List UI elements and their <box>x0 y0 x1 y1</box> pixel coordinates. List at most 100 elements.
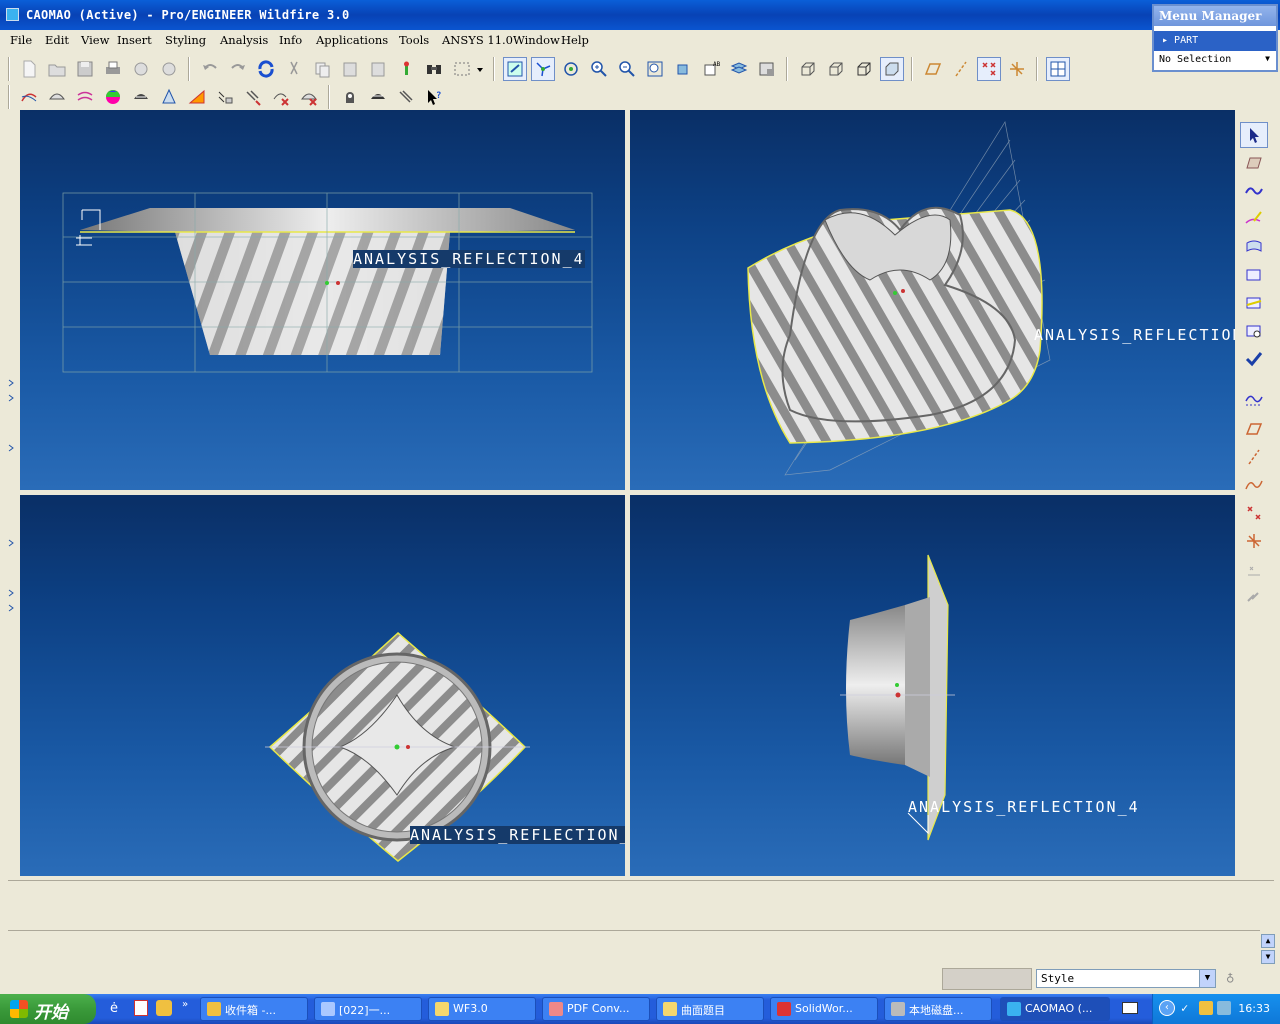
menu-view[interactable]: View <box>81 33 109 47</box>
task-pdf[interactable]: PDF Conv... <box>542 997 650 1021</box>
datum-points-icon[interactable] <box>977 57 1001 81</box>
refit-icon[interactable] <box>643 57 667 81</box>
scroll-up-button[interactable]: ▲ <box>1261 934 1275 948</box>
edit-curve-icon[interactable] <box>1240 206 1268 232</box>
task-wf3[interactable]: WF3.0 <box>428 997 536 1021</box>
filter-select[interactable]: Style ▼ <box>1036 969 1216 988</box>
menu-tools[interactable]: Tools <box>399 33 429 47</box>
datum-axes-icon[interactable] <box>949 57 973 81</box>
menu-window[interactable]: Window <box>513 33 560 47</box>
menu-insert[interactable]: Insert <box>117 33 152 47</box>
menu-styling[interactable]: Styling <box>165 33 206 47</box>
tray-expand-icon[interactable]: ‹ <box>1159 1000 1175 1016</box>
task-local-disk[interactable]: 本地磁盘... <box>884 997 992 1021</box>
chevron-right-icon[interactable]: » <box>182 999 188 1010</box>
menu-analysis[interactable]: Analysis <box>220 33 268 47</box>
shading-icon[interactable] <box>880 57 904 81</box>
chain-icon[interactable] <box>1240 584 1268 610</box>
clock-tray-icon[interactable] <box>1199 1001 1213 1015</box>
viewport-front[interactable]: ANALYSIS_REFLECTION_4 <box>20 110 625 490</box>
scroll-down-button[interactable]: ▼ <box>1261 950 1275 964</box>
datum-planes-icon[interactable] <box>921 57 945 81</box>
section-analysis-icon[interactable] <box>213 85 237 109</box>
draft-analysis-icon[interactable] <box>157 85 181 109</box>
color-curvature-icon[interactable] <box>101 85 125 109</box>
layers-icon[interactable] <box>727 57 751 81</box>
surface-render-icon[interactable] <box>366 85 390 109</box>
new-file-icon[interactable] <box>17 57 41 81</box>
surface-curvature-icon[interactable] <box>45 85 69 109</box>
model-player-icon[interactable] <box>394 57 418 81</box>
style-curve-icon[interactable] <box>1240 386 1268 412</box>
box-select-icon[interactable] <box>450 57 474 81</box>
task-surface[interactable]: 曲面题目 <box>656 997 764 1021</box>
curve-analysis-icon[interactable] <box>17 85 41 109</box>
network-icon[interactable]: ✓ <box>1181 1001 1195 1015</box>
task-inbox[interactable]: 收件箱 -... <box>200 997 308 1021</box>
start-button[interactable]: 开始 <box>0 994 96 1024</box>
edge-analysis-icon[interactable] <box>241 85 265 109</box>
connect-surface-icon[interactable] <box>1240 318 1268 344</box>
select-dropdown-icon[interactable] <box>474 57 486 81</box>
print-icon[interactable] <box>101 57 125 81</box>
view-manager-icon[interactable] <box>755 57 779 81</box>
reorient-icon[interactable] <box>671 57 695 81</box>
redo-icon[interactable] <box>226 57 250 81</box>
done-check-icon[interactable] <box>1240 346 1268 372</box>
datum-point-tool-icon[interactable] <box>1240 500 1268 526</box>
hide-analysis-icon[interactable] <box>297 85 321 109</box>
save-icon[interactable] <box>73 57 97 81</box>
regenerate-icon[interactable] <box>254 57 278 81</box>
undo-icon[interactable] <box>198 57 222 81</box>
zoom-out-icon[interactable] <box>615 57 639 81</box>
send-link-icon[interactable] <box>157 57 181 81</box>
menu-info[interactable]: Info <box>279 33 302 47</box>
wireframe-icon[interactable] <box>796 57 820 81</box>
paste-special-icon[interactable] <box>366 57 390 81</box>
curve-icon[interactable] <box>1240 178 1268 204</box>
edge-check-icon[interactable] <box>394 85 418 109</box>
send-mail-icon[interactable] <box>129 57 153 81</box>
menu-edit[interactable]: Edit <box>45 33 69 47</box>
task-proe[interactable]: CAOMAO (... <box>1000 997 1110 1021</box>
volume-icon[interactable] <box>1217 1001 1231 1015</box>
slope-analysis-icon[interactable] <box>185 85 209 109</box>
menu-manager-part[interactable]: ▸ PART <box>1154 31 1276 51</box>
ansys-icon[interactable] <box>338 85 362 109</box>
delete-analysis-icon[interactable] <box>269 85 293 109</box>
saved-views-icon[interactable]: AB <box>699 57 723 81</box>
select-icon[interactable] <box>1240 122 1268 148</box>
menu-ansys[interactable]: ANSYS 11.0 <box>442 33 513 47</box>
ie-icon[interactable]: ė <box>110 1001 118 1016</box>
cut-icon[interactable] <box>282 57 306 81</box>
navigator-sash[interactable] <box>6 110 16 880</box>
csys-tool-icon[interactable] <box>1240 528 1268 554</box>
datum-plane-tool-icon[interactable] <box>1240 416 1268 442</box>
csys-icon[interactable] <box>1005 57 1029 81</box>
datum-axis-tool-icon[interactable] <box>1240 444 1268 470</box>
spin-center-icon[interactable] <box>531 57 555 81</box>
surface-icon[interactable] <box>1240 262 1268 288</box>
viewport-top[interactable]: ANALYSIS_REFLECTION_4 <box>20 495 625 876</box>
reflection-analysis-icon[interactable] <box>129 85 153 109</box>
curvature-comb-icon[interactable] <box>73 85 97 109</box>
analysis-feature-icon[interactable] <box>1240 556 1268 582</box>
outlook-icon[interactable] <box>156 1000 172 1016</box>
no-hidden-icon[interactable] <box>852 57 876 81</box>
orient-mode-icon[interactable] <box>559 57 583 81</box>
task-solidworks[interactable]: SolidWor... <box>770 997 878 1021</box>
task-doc[interactable]: [022]一... <box>314 997 422 1021</box>
hidden-line-icon[interactable] <box>824 57 848 81</box>
menu-help[interactable]: Help <box>561 33 589 47</box>
paste-icon[interactable] <box>338 57 362 81</box>
menu-applications[interactable]: Applications <box>316 33 388 47</box>
sketched-curve-icon[interactable] <box>1240 472 1268 498</box>
acrobat-icon[interactable] <box>134 1000 148 1016</box>
sketch-plane-icon[interactable] <box>1240 150 1268 176</box>
toggle-multiview-icon[interactable] <box>1046 57 1070 81</box>
menu-file[interactable]: File <box>10 33 32 47</box>
context-help-icon[interactable]: ? <box>422 85 446 109</box>
copy-icon[interactable] <box>310 57 334 81</box>
boundary-surface-icon[interactable] <box>1240 234 1268 260</box>
keyboard-icon[interactable] <box>1122 1002 1138 1014</box>
